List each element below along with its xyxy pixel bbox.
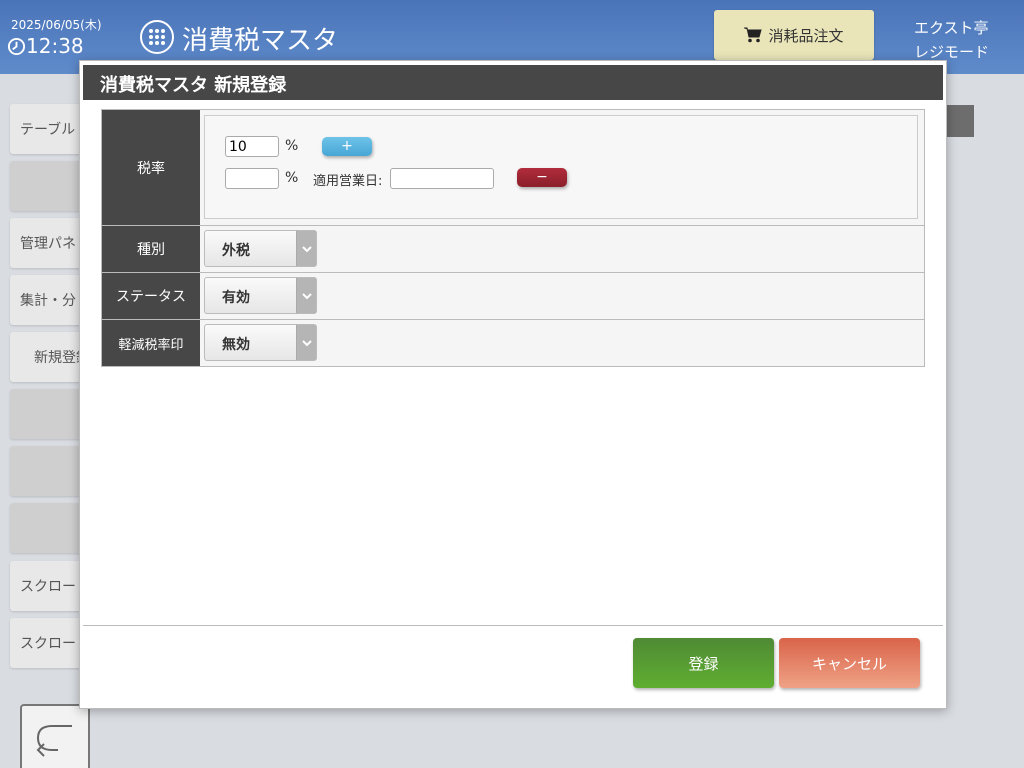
new-tax-rate-input[interactable] xyxy=(225,168,279,189)
shop-name: エクスト亭 xyxy=(914,19,989,37)
chevron-down-icon xyxy=(296,231,316,266)
chevron-down-icon xyxy=(296,325,316,360)
type-label: 種別 xyxy=(102,226,200,272)
return-arrow-icon xyxy=(36,725,72,757)
status-row: ステータス 有効 xyxy=(102,273,924,320)
status-select[interactable]: 有効 xyxy=(204,277,317,314)
cart-icon xyxy=(744,27,763,43)
apply-date-label: 適用営業日: xyxy=(313,174,383,189)
type-row: 種別 外税 xyxy=(102,226,924,273)
register-button[interactable]: 登録 xyxy=(633,638,774,688)
reduced-tax-mark-select[interactable]: 無効 xyxy=(204,324,317,361)
tax-rate-input[interactable] xyxy=(225,136,279,157)
order-supplies-label: 消耗品注文 xyxy=(768,26,844,45)
tax-rate-row: 税率 % + % 適用営業日: − xyxy=(102,110,924,226)
type-value: 外税 xyxy=(222,243,250,259)
type-select[interactable]: 外税 xyxy=(204,230,317,267)
register-mode: レジモード xyxy=(914,43,990,61)
percent-label: % xyxy=(285,138,299,154)
new-registration-dialog: 消費税マスタ 新規登録 税率 % + % 適用営業日: − 種別 xyxy=(79,60,947,709)
reduced-tax-mark-row: 軽減税率印 無効 xyxy=(102,320,924,366)
percent-label: % xyxy=(285,170,299,186)
status-value: 有効 xyxy=(222,290,250,306)
dialog-title: 消費税マスタ 新規登録 xyxy=(83,65,943,100)
cancel-button[interactable]: キャンセル xyxy=(779,638,920,688)
tax-form: 税率 % + % 適用営業日: − 種別 外税 xyxy=(101,109,925,367)
add-rate-button[interactable]: + xyxy=(322,137,372,156)
reduced-tax-mark-value: 無効 xyxy=(222,337,250,353)
back-button[interactable] xyxy=(20,704,90,768)
header-time: 12:38 xyxy=(26,34,84,58)
apply-date-input[interactable] xyxy=(390,168,494,189)
order-supplies-button[interactable]: 消耗品注文 xyxy=(714,10,874,60)
status-label: ステータス xyxy=(102,273,200,319)
menu-grid-icon[interactable] xyxy=(140,20,174,54)
reduced-tax-mark-label: 軽減税率印 xyxy=(102,320,200,366)
header-date: 2025/06/05(木) xyxy=(11,18,102,32)
background-panel xyxy=(944,105,974,137)
tax-rate-box: % + % 適用営業日: − xyxy=(204,115,918,219)
remove-rate-button[interactable]: − xyxy=(517,168,567,187)
clock-icon xyxy=(7,37,26,56)
page-title: 消費税マスタ xyxy=(182,26,339,56)
tax-rate-label: 税率 xyxy=(102,110,200,225)
footer-divider xyxy=(83,625,943,626)
chevron-down-icon xyxy=(296,278,316,313)
